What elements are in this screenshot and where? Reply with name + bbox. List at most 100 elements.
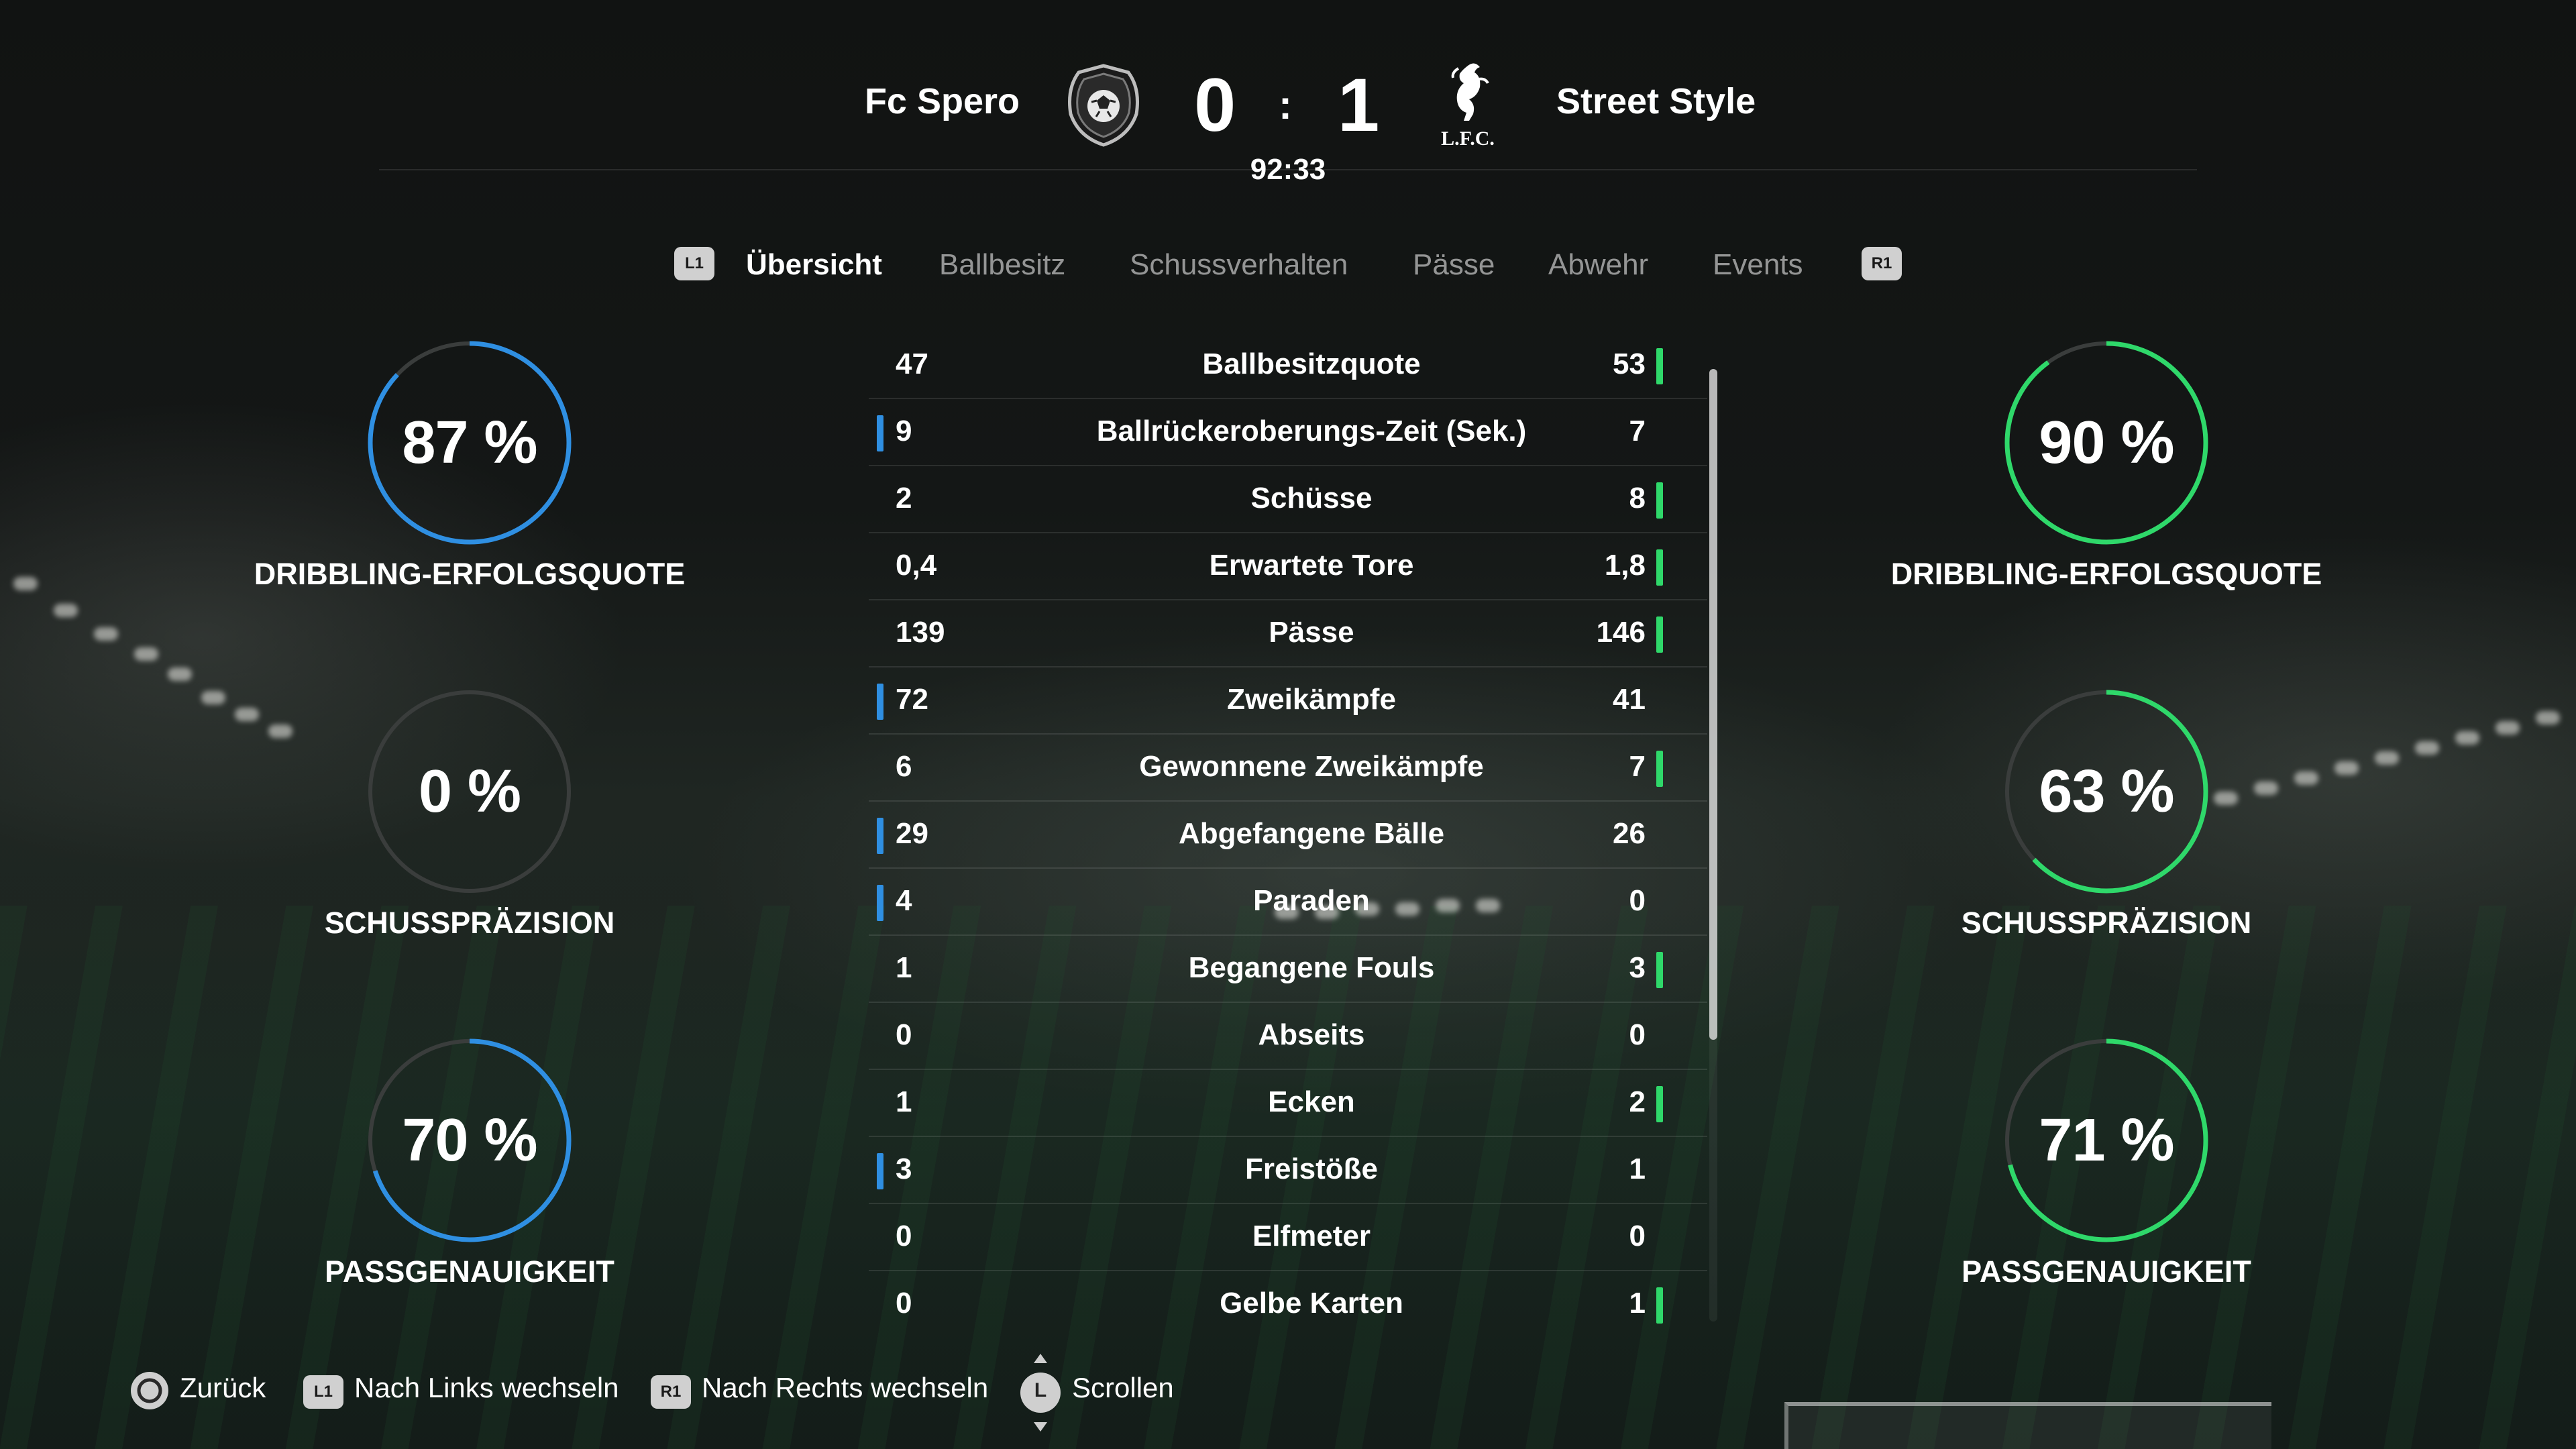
away-leader-bar xyxy=(1656,1287,1663,1324)
stadium-light xyxy=(2415,741,2439,755)
stat-label: Ecken xyxy=(1268,1085,1355,1118)
stadium-light xyxy=(235,708,259,721)
stat-label: Pässe xyxy=(1269,616,1354,649)
r1-button-icon[interactable]: R1 xyxy=(1862,247,1902,280)
stadium-light xyxy=(168,667,192,681)
stadium-light xyxy=(2334,761,2359,775)
stat-row: 2 Schüsse 8 xyxy=(869,466,1707,533)
stadium-light xyxy=(2375,751,2399,765)
away-stat-value: 146 xyxy=(1596,616,1646,649)
home-stat-value: 6 xyxy=(896,750,912,783)
l1-hint-button-icon: L1 xyxy=(303,1375,343,1409)
home-stat-value: 29 xyxy=(896,817,928,850)
switch-left-hint[interactable]: Nach Links wechseln xyxy=(354,1372,619,1404)
home-stat-value: 0 xyxy=(896,1018,912,1051)
goal-frame xyxy=(1784,1402,2271,1449)
scroll-hint[interactable]: Scrollen xyxy=(1072,1372,1174,1404)
tab-events[interactable]: Events xyxy=(1713,248,1803,282)
stadium-light xyxy=(13,577,38,590)
home-percentage-ring: 87 % xyxy=(362,335,577,550)
stat-label: Erwartete Tore xyxy=(1209,549,1414,582)
home-ring-label: DRIBBLING-ERFOLGSQUOTE xyxy=(254,557,686,591)
away-leader-bar xyxy=(1656,482,1663,519)
stat-row: 1 Begangene Fouls 3 xyxy=(869,936,1707,1003)
tab-abwehr[interactable]: Abwehr xyxy=(1548,248,1648,282)
away-stat-value: 7 xyxy=(1629,415,1646,447)
home-stat-value: 72 xyxy=(896,683,928,716)
away-percentage-ring: 90 % xyxy=(1999,335,2214,550)
back-hint[interactable]: Zurück xyxy=(180,1372,266,1404)
stat-row: 3 Freistöße 1 xyxy=(869,1137,1707,1204)
stat-label: Ballrückeroberungs-Zeit (Sek.) xyxy=(1096,415,1527,447)
away-stat-value: 53 xyxy=(1613,347,1646,380)
tab-paesse[interactable]: Pässe xyxy=(1413,248,1495,282)
away-ring-percentage: 71 % xyxy=(2039,1107,2174,1174)
home-ring-percentage: 0 % xyxy=(418,758,521,825)
home-team-name: Fc Spero xyxy=(864,81,1020,121)
away-percentage-ring: 63 % xyxy=(1999,684,2214,899)
switch-right-hint[interactable]: Nach Rechts wechseln xyxy=(702,1372,988,1404)
home-stat-value: 0,4 xyxy=(896,549,937,582)
stadium-light xyxy=(2254,782,2278,795)
stadium-light xyxy=(134,647,158,661)
circle-button-icon xyxy=(129,1371,170,1414)
stat-row: 0 Gelbe Karten 1 xyxy=(869,1271,1707,1337)
away-stat-value: 1 xyxy=(1629,1152,1646,1185)
away-stat-value: 7 xyxy=(1629,750,1646,783)
home-stat-value: 0 xyxy=(896,1287,912,1320)
stats-scrollbar-thumb[interactable] xyxy=(1709,369,1717,1040)
tab-schussverhalten[interactable]: Schussverhalten xyxy=(1130,248,1348,282)
home-leader-bar xyxy=(877,1153,883,1189)
home-leader-bar xyxy=(877,818,883,854)
stat-row: 0 Abseits 0 xyxy=(869,1003,1707,1070)
home-stat-value: 4 xyxy=(896,884,912,917)
away-stat-value: 0 xyxy=(1629,1018,1646,1051)
stat-label: Begangene Fouls xyxy=(1188,951,1435,984)
away-percentage-ring: 71 % xyxy=(1999,1033,2214,1248)
away-stat-value: 0 xyxy=(1629,1220,1646,1252)
away-stat-value: 1,8 xyxy=(1604,549,1646,582)
l1-button-icon[interactable]: L1 xyxy=(674,247,714,280)
away-leader-bar xyxy=(1656,1086,1663,1122)
away-stat-value: 8 xyxy=(1629,482,1646,515)
home-crest-icon xyxy=(1061,62,1146,149)
home-ring-label: SCHUSSPRÄZISION xyxy=(324,906,615,940)
header-divider xyxy=(379,169,2197,170)
away-ring-label: PASSGENAUIGKEIT xyxy=(1962,1254,2251,1289)
home-stat-value: 0 xyxy=(896,1220,912,1252)
stat-row: 139 Pässe 146 xyxy=(869,600,1707,667)
away-ring-label: SCHUSSPRÄZISION xyxy=(1961,906,2252,940)
home-leader-bar xyxy=(877,885,883,921)
away-crest-icon: L.F.C. xyxy=(1441,59,1495,153)
away-leader-bar xyxy=(1656,751,1663,787)
tab-ballbesitz[interactable]: Ballbesitz xyxy=(939,248,1065,282)
stat-label: Abseits xyxy=(1258,1018,1365,1051)
stat-label: Freistöße xyxy=(1244,1152,1379,1185)
away-stat-value: 0 xyxy=(1629,884,1646,917)
tab-uebersicht[interactable]: Übersicht xyxy=(746,248,882,282)
home-stat-value: 1 xyxy=(896,951,912,984)
home-ring-percentage: 87 % xyxy=(402,409,537,476)
left-stick-icon: L xyxy=(1018,1352,1063,1436)
stat-row: 0,4 Erwartete Tore 1,8 xyxy=(869,533,1707,600)
stat-label: Elfmeter xyxy=(1252,1220,1371,1252)
away-stat-value: 26 xyxy=(1613,817,1646,850)
away-stat-value: 3 xyxy=(1629,951,1646,984)
stat-label: Ballbesitzquote xyxy=(1202,347,1421,380)
home-stat-value: 9 xyxy=(896,415,912,447)
home-stat-value: 47 xyxy=(896,347,928,380)
stat-row: 9 Ballrückeroberungs-Zeit (Sek.) 7 xyxy=(869,399,1707,466)
stadium-light xyxy=(201,691,225,704)
home-ring-percentage: 70 % xyxy=(402,1107,537,1174)
stadium-light xyxy=(268,724,292,738)
stadium-light xyxy=(94,627,118,641)
score-separator: : xyxy=(1279,83,1292,127)
home-stat-value: 1 xyxy=(896,1085,912,1118)
away-stat-value: 41 xyxy=(1613,683,1646,716)
away-stat-value: 2 xyxy=(1629,1085,1646,1118)
stat-row: 72 Zweikämpfe 41 xyxy=(869,667,1707,735)
away-score: 1 xyxy=(1338,63,1380,147)
away-leader-bar xyxy=(1656,616,1663,653)
stats-table: 47 Ballbesitzquote 53 9 Ballrückeroberungs-Z… xyxy=(869,332,1707,1337)
stat-label: Abgefangene Bälle xyxy=(1178,817,1445,850)
